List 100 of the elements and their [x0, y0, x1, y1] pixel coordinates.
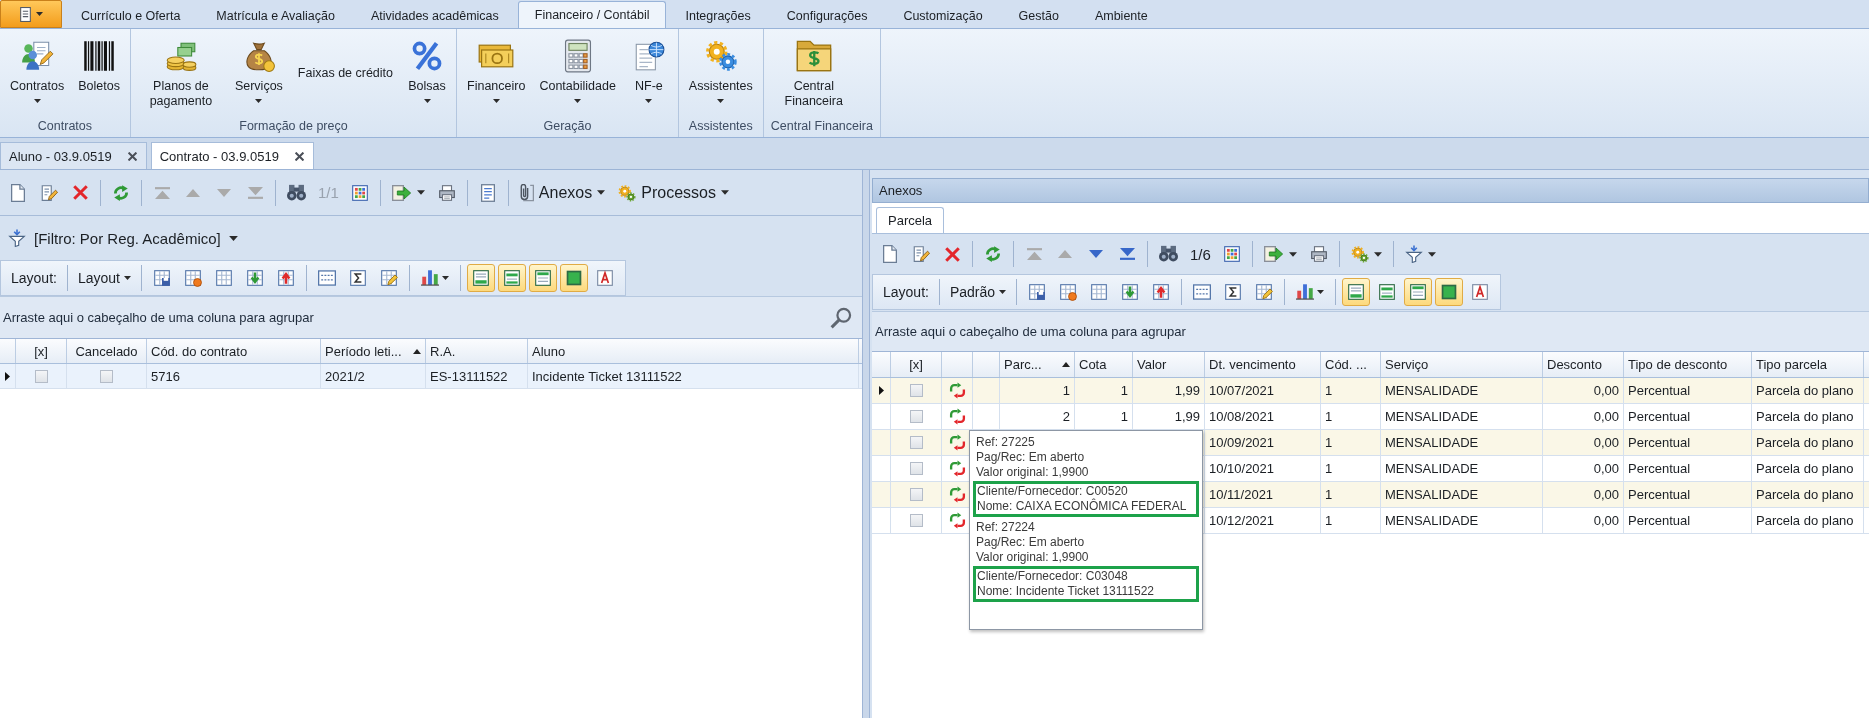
- close-icon[interactable]: [127, 151, 137, 161]
- table-save-icon: [1028, 283, 1047, 301]
- checkbox[interactable]: [909, 384, 923, 397]
- document-tab[interactable]: Aluno - 03.9.0519: [0, 142, 147, 169]
- ribbon-button[interactable]: Contratos: [7, 29, 68, 105]
- checkbox[interactable]: [34, 369, 48, 383]
- column-header[interactable]: [x]: [891, 352, 942, 377]
- panel-tab[interactable]: Parcela: [876, 207, 945, 233]
- sort-ascending-icon: [413, 348, 421, 354]
- attachments-button[interactable]: Anexos: [514, 178, 611, 207]
- ribbon-group-label: Central Financeira: [770, 118, 873, 135]
- ribbon-button[interactable]: Contabilidade: [536, 29, 619, 105]
- ribbon-group-label: Formação de preço: [238, 118, 349, 135]
- ribbon-button[interactable]: Financeiro: [464, 29, 529, 105]
- checkbox[interactable]: [909, 436, 923, 449]
- checkbox[interactable]: [909, 462, 923, 475]
- column-header[interactable]: Serviço: [1381, 352, 1543, 377]
- ribbon-tab[interactable]: Matrícula e Avaliação: [199, 3, 352, 28]
- export-icon: [391, 184, 412, 201]
- table-cell: 1: [1321, 456, 1381, 481]
- ribbon-button[interactable]: Serviços: [231, 29, 286, 105]
- column-header[interactable]: R.A.: [426, 339, 528, 363]
- footer-toggle[interactable]: [467, 264, 495, 292]
- ribbon-button[interactable]: Central Financeira: [770, 29, 857, 111]
- layout-dropdown[interactable]: Layout: [73, 264, 135, 292]
- column-header[interactable]: Período leti...: [321, 339, 426, 363]
- ribbon-tab[interactable]: Financeiro / Contábil: [517, 1, 667, 28]
- column-header[interactable]: Cód. ...: [1321, 352, 1381, 377]
- column-header[interactable]: Dt. vencimento: [1205, 352, 1321, 377]
- edit-page-icon: [912, 245, 930, 263]
- ribbon-tab[interactable]: Configurações: [769, 3, 885, 28]
- grid-row[interactable]: 1 1 1,99 10/07/2021 1 MENSALIDADE 0,00 Percentual Parcela do plano: [872, 378, 1869, 404]
- table-cell: MENSALIDADE: [1381, 378, 1543, 403]
- ribbon-tab[interactable]: Atividades acadêmicas: [353, 3, 516, 28]
- table-cell: Percentual: [1624, 508, 1752, 533]
- exchange-arrows-icon: [948, 382, 966, 399]
- ribbon-button[interactable]: Bolsas: [405, 29, 450, 105]
- record-counter: 1/1: [317, 184, 340, 201]
- group-footer-toggle[interactable]: [498, 264, 526, 292]
- caret-icon: [999, 290, 1007, 294]
- checkbox[interactable]: [909, 488, 923, 501]
- record-counter: 1/6: [1189, 245, 1212, 263]
- ribbon-button[interactable]: Planos de pagamento: [137, 29, 224, 111]
- document-icon: [19, 6, 31, 22]
- tooltip-line: Valor original: 1,9900: [975, 465, 1090, 480]
- table-cell: 1,99: [1133, 378, 1205, 403]
- previous-icon: [1058, 250, 1072, 258]
- table-cell: 1: [1000, 378, 1075, 403]
- ribbon-tab[interactable]: Integrações: [668, 3, 768, 28]
- column-header[interactable]: Valor: [1133, 352, 1205, 377]
- table-cell: 0,00: [1543, 508, 1624, 533]
- ribbon-tab[interactable]: Customização: [886, 3, 1000, 28]
- table-cell: 2021/2: [321, 364, 426, 388]
- ribbon-button[interactable]: Faixas de crédito: [293, 62, 398, 84]
- ribbon-tab[interactable]: Currículo e Oferta: [64, 3, 198, 28]
- checkbox[interactable]: [100, 369, 113, 383]
- ribbon-button[interactable]: Assistentes: [685, 29, 756, 105]
- search-icon[interactable]: [830, 306, 852, 329]
- checkbox[interactable]: [909, 410, 923, 423]
- footer-toggle[interactable]: [1342, 278, 1371, 306]
- letter-a-icon: [1471, 283, 1490, 301]
- document-tab[interactable]: Contrato - 03.9.0519: [150, 142, 314, 169]
- table-cell: Parcela do plano: [1752, 404, 1864, 429]
- column-header[interactable]: Desconto: [1543, 352, 1624, 377]
- table-cell: 1: [1321, 430, 1381, 455]
- exchange-arrows-icon: [948, 486, 966, 503]
- column-header[interactable]: Parc...: [1000, 352, 1075, 377]
- header-toggle[interactable]: [529, 264, 557, 292]
- grid-row[interactable]: 2 1 1,99 10/08/2021 1 MENSALIDADE 0,00 Percentual Parcela do plano: [872, 404, 1869, 430]
- ribbon-tab[interactable]: Ambiente: [1077, 3, 1165, 28]
- tooltip-line: Cliente/Fornecedor: C00520: [976, 484, 1129, 498]
- ribbon-button[interactable]: NF-e: [626, 29, 671, 105]
- checkbox[interactable]: [909, 514, 923, 527]
- filter-dropdown[interactable]: [Filtro: Por Reg. Acadêmico]: [4, 226, 242, 250]
- close-icon[interactable]: [294, 151, 304, 161]
- grid-row[interactable]: 5716 2021/2 ES-13111522 Incidente Ticket 13111522: [0, 364, 862, 389]
- tooltip-line: Ref: 27225: [975, 435, 1036, 450]
- table-header-icon: [534, 269, 552, 287]
- dollar-folder-icon: [795, 40, 832, 72]
- layout-dropdown[interactable]: Padrão: [945, 278, 1011, 306]
- printer-icon: [437, 183, 456, 202]
- header-toggle[interactable]: [1404, 278, 1433, 306]
- group-by-hint: Arraste aqui o cabeçalho de uma coluna para agrupar: [3, 310, 314, 325]
- processes-button[interactable]: Processos: [613, 178, 734, 207]
- ribbon-button[interactable]: Boletos: [75, 29, 123, 96]
- column-header[interactable]: Cancelado: [67, 339, 147, 363]
- column-header[interactable]: Tipo de desconto: [1624, 352, 1752, 377]
- column-header[interactable]: Cód. do contrato: [147, 339, 321, 363]
- page-icon: [11, 183, 25, 202]
- ribbon-tab[interactable]: Gestão: [1001, 3, 1076, 28]
- column-header[interactable]: Tipo parcela: [1752, 352, 1864, 377]
- preview-toggle[interactable]: [1435, 278, 1464, 306]
- column-header[interactable]: Aluno: [528, 339, 859, 363]
- column-header[interactable]: [x]: [16, 339, 67, 363]
- table-header-icon: [1409, 283, 1428, 301]
- application-menu-button[interactable]: [0, 0, 62, 28]
- preview-toggle[interactable]: [560, 264, 588, 292]
- table-cell: 1: [1075, 404, 1133, 429]
- table-cell: Percentual: [1624, 378, 1752, 403]
- column-header[interactable]: Cota: [1075, 352, 1133, 377]
